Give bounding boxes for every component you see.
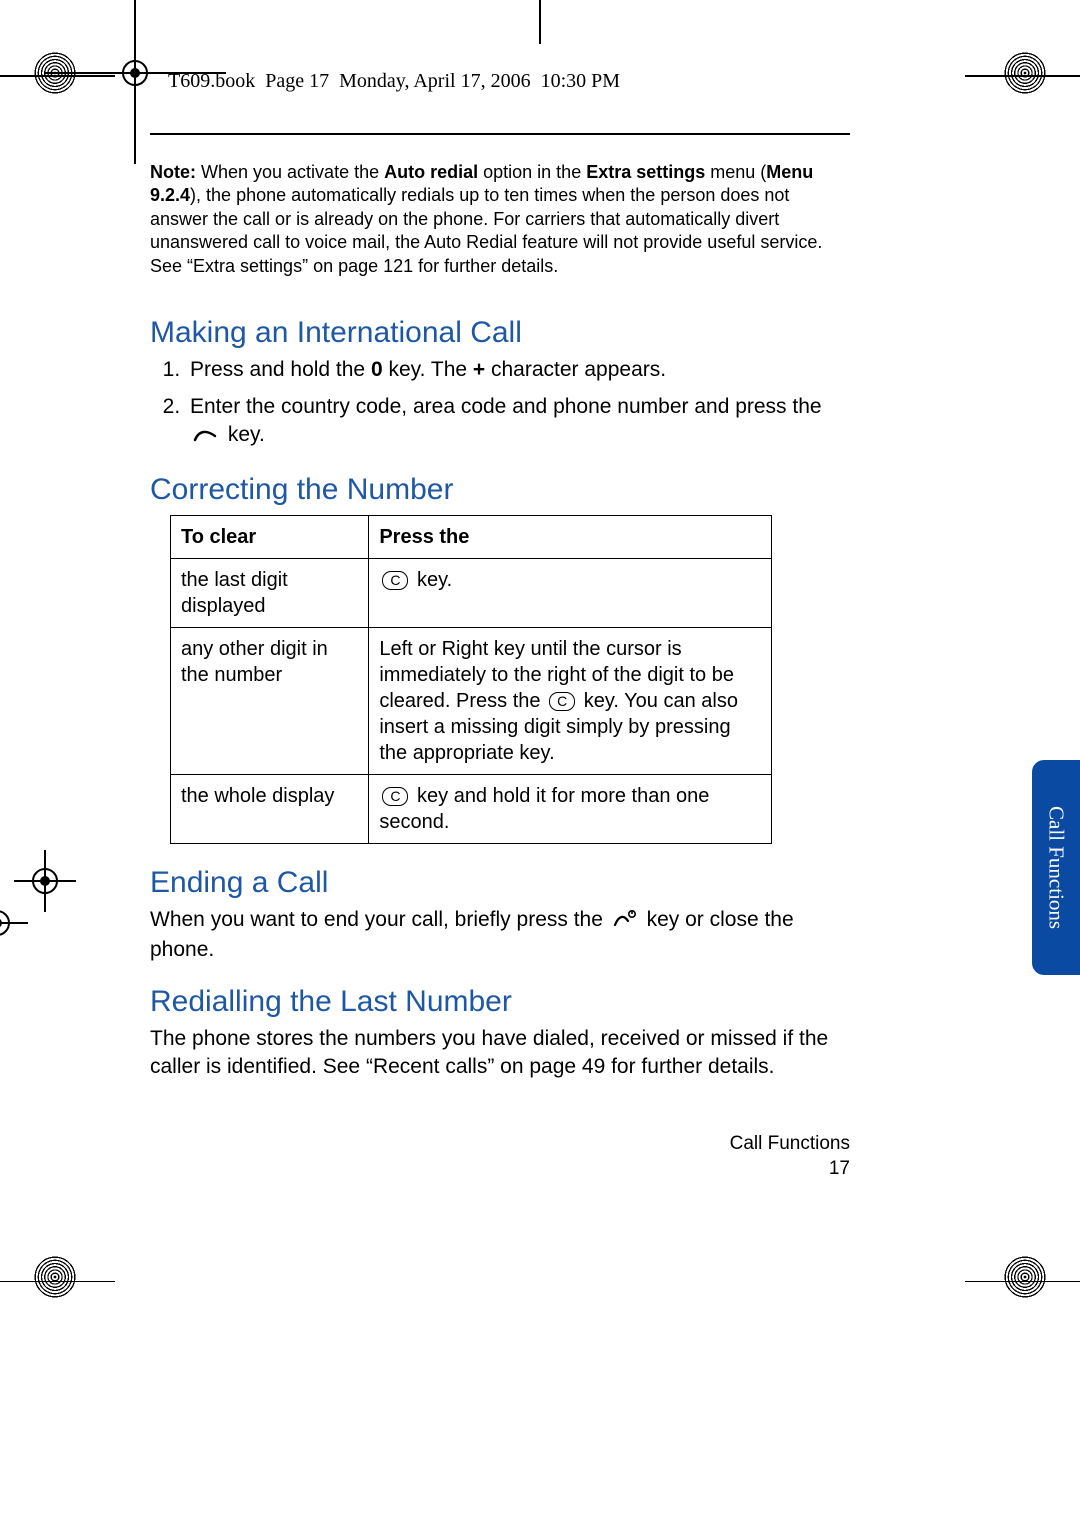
section-side-tab-label: Call Functions [1044,806,1069,929]
crop-spiral-br [1004,1256,1046,1298]
crop-line [965,75,1080,77]
col-press-the: Press the [369,515,772,558]
list-item: Enter the country code, area code and ph… [186,393,850,451]
header-rule [150,133,850,135]
footer-page-number: 17 [730,1157,850,1182]
cell: the last digit displayed [171,558,369,627]
send-key-icon [193,424,219,451]
heading-redialling: Redialling the Last Number [150,985,850,1019]
redialling-body: The phone stores the numbers you have di… [150,1025,850,1080]
cell: C key and hold it for more than one seco… [369,774,772,843]
crop-line [965,1281,1080,1283]
page-footer: Call Functions 17 [730,1132,850,1181]
col-to-clear: To clear [171,515,369,558]
c-key-icon: C [549,692,575,711]
end-key-icon [612,909,638,936]
crop-line [0,1281,115,1283]
running-head: T609.book Page 17 Monday, April 17, 2006… [168,70,850,93]
c-key-icon: C [382,787,408,806]
cell: any other digit in the number [171,627,369,774]
crop-target-ml [24,860,66,902]
ending-call-body: When you want to end your call, briefly … [150,906,850,964]
list-item: Press and hold the 0 key. The + characte… [186,356,850,383]
crop-spiral-bl [34,1256,76,1298]
cell: Left or Right key until the cursor is im… [369,627,772,774]
table-row: the last digit displayed C key. [171,558,772,627]
page-body: T609.book Page 17 Monday, April 17, 2006… [150,60,850,1080]
cell: C key. [369,558,772,627]
correcting-table: To clear Press the the last digit displa… [170,515,772,844]
crop-spiral-tr [1004,52,1046,94]
footer-section: Call Functions [730,1132,850,1157]
intl-steps: Press and hold the 0 key. The + characte… [150,356,850,451]
c-key-icon: C [382,571,408,590]
table-row: To clear Press the [171,515,772,558]
crop-target-mr [0,902,18,944]
note-block: Note: When you activate the Auto redial … [150,161,850,278]
crop-line [0,75,115,77]
table-row: any other digit in the number Left or Ri… [171,627,772,774]
heading-correcting-number: Correcting the Number [150,473,850,507]
note-label: Note: [150,162,196,182]
table-row: the whole display C key and hold it for … [171,774,772,843]
cell: the whole display [171,774,369,843]
heading-ending-call: Ending a Call [150,866,850,900]
section-side-tab: Call Functions [1032,760,1080,975]
heading-international-call: Making an International Call [150,316,850,350]
